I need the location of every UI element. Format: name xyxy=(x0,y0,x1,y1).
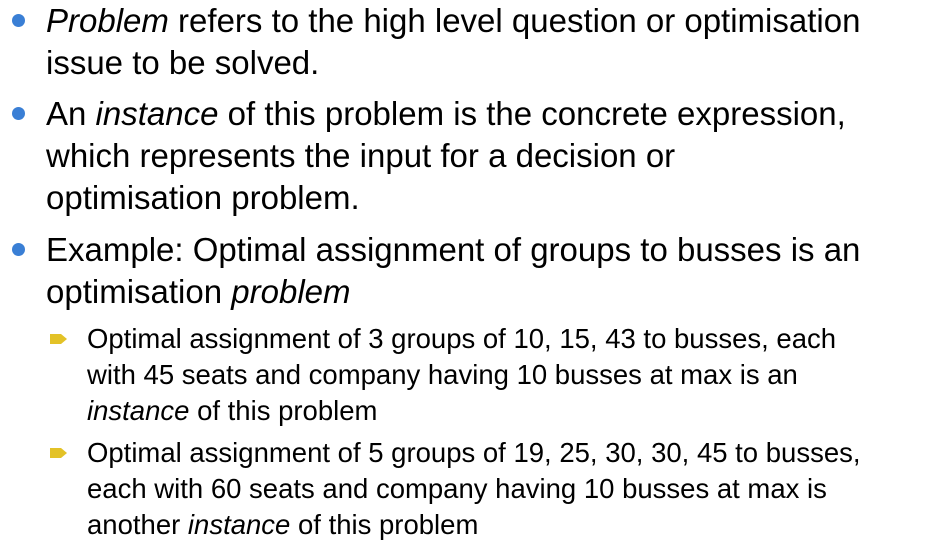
sub-bullet-1-term: instance xyxy=(87,395,190,426)
bullet-2-term: instance xyxy=(95,95,219,132)
slide: Problem refers to the high level questio… xyxy=(0,0,926,550)
sub-bullet-2-line-1: Optimal assignment of 5 groups of 19, 25… xyxy=(87,435,926,471)
bullet-2-text: of this problem is the concrete expressi… xyxy=(218,95,846,132)
bullet-dot-icon xyxy=(12,14,25,27)
bullet-3-text: Example: Optimal assignment of groups to… xyxy=(46,231,861,268)
bullet-1-line-2: issue to be solved. xyxy=(46,42,926,84)
sub-bullet-2-text: of this problem xyxy=(290,509,479,540)
sub-bullet-1-line-1: Optimal assignment of 3 groups of 10, 15… xyxy=(87,321,926,357)
bullet-2-line-2: which represents the input for a decisio… xyxy=(46,135,926,177)
bullet-3-text: optimisation xyxy=(46,273,232,310)
bullet-1-term: Problem xyxy=(46,2,169,39)
sub-bullet-2-line-2: each with 60 seats and company having 10… xyxy=(87,471,926,507)
sub-bullet-2-text: each with 60 seats and company having 10… xyxy=(87,473,827,504)
bullet-1-line-1: Problem refers to the high level questio… xyxy=(46,0,926,42)
bullet-3-line-1: Example: Optimal assignment of groups to… xyxy=(46,229,926,271)
bullet-2-line-3: optimisation problem. xyxy=(46,177,926,219)
sub-bullet-1-text: with 45 seats and company having 10 buss… xyxy=(87,359,798,390)
bullet-3-line-2: optimisation problem xyxy=(46,271,926,313)
sub-bullet-1-text: Optimal assignment of 3 groups of 10, 15… xyxy=(87,323,837,354)
sub-bullet-2-text: another xyxy=(87,509,188,540)
sub-bullet-1-text: of this problem xyxy=(189,395,378,426)
bullet-2-line-1: An instance of this problem is the concr… xyxy=(46,93,926,135)
sub-bullet-1-line-3: instance of this problem xyxy=(87,393,926,429)
sub-bullet-2-text: Optimal assignment of 5 groups of 19, 25… xyxy=(87,437,861,468)
sub-bullet-2-term: instance xyxy=(187,509,291,540)
bullet-1-text: issue to be solved. xyxy=(46,44,320,81)
sub-bullet-2-line-3: another instance of this problem xyxy=(87,507,926,543)
arrow-bullet-icon xyxy=(50,448,67,458)
bullet-2-text: optimisation problem. xyxy=(46,179,360,216)
bullet-3-term: problem xyxy=(231,273,351,310)
bullet-2-text: An xyxy=(46,95,96,132)
bullet-2-text: which represents the input for a decisio… xyxy=(46,137,676,174)
arrow-bullet-icon xyxy=(50,334,67,344)
bullet-dot-icon xyxy=(12,107,25,120)
sub-bullet-1-line-2: with 45 seats and company having 10 buss… xyxy=(87,357,926,393)
bullet-1-text: refers to the high level question or opt… xyxy=(168,2,861,39)
bullet-dot-icon xyxy=(12,243,25,256)
